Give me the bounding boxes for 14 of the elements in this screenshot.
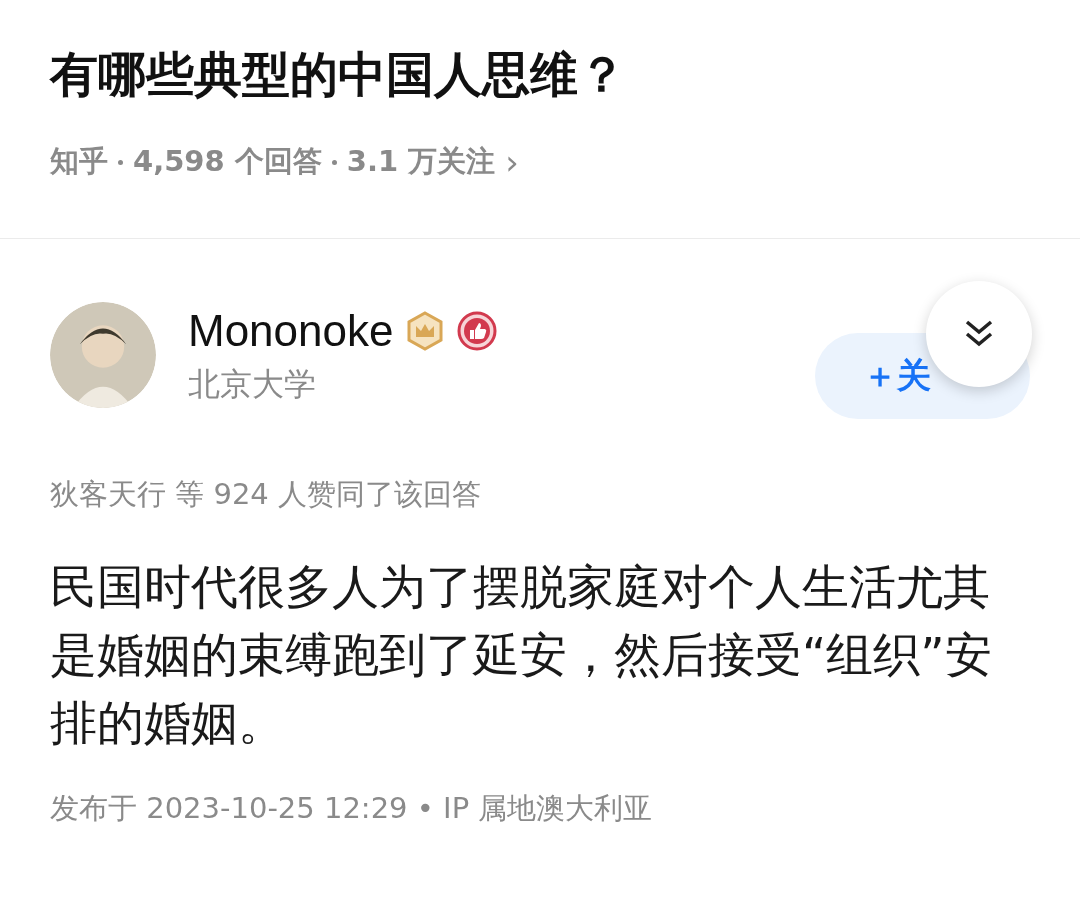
separator-dot bbox=[118, 159, 123, 165]
author-name[interactable]: Mononoke bbox=[188, 303, 394, 359]
meta-text: 知乎 bbox=[50, 143, 108, 180]
thumbs-up-badge-icon bbox=[457, 311, 498, 351]
author-school: 北京大学 bbox=[188, 364, 317, 405]
chevron-link[interactable]: › bbox=[505, 142, 519, 182]
upvoters-text: 狄客天行 等 924 人赞同了该回答 bbox=[50, 476, 482, 513]
meta-text: 4,598 个回答 bbox=[133, 143, 322, 180]
crown-badge-icon bbox=[405, 311, 446, 351]
separator-dot bbox=[331, 159, 337, 165]
answer-text: 民国时代很多人为了摆脱家庭对个人生活尤其是婚姻的束缚跑到了延安，然后接受“组织”安排的婚姻。 bbox=[50, 558, 993, 752]
question-title: 有哪些典型的中国人思维？ bbox=[50, 45, 627, 104]
publish-info: 发布于 2023-10-25 12:29 • IP 属地澳大利亚 bbox=[50, 790, 654, 827]
meta-text: 3.1 万关注 bbox=[346, 143, 496, 180]
